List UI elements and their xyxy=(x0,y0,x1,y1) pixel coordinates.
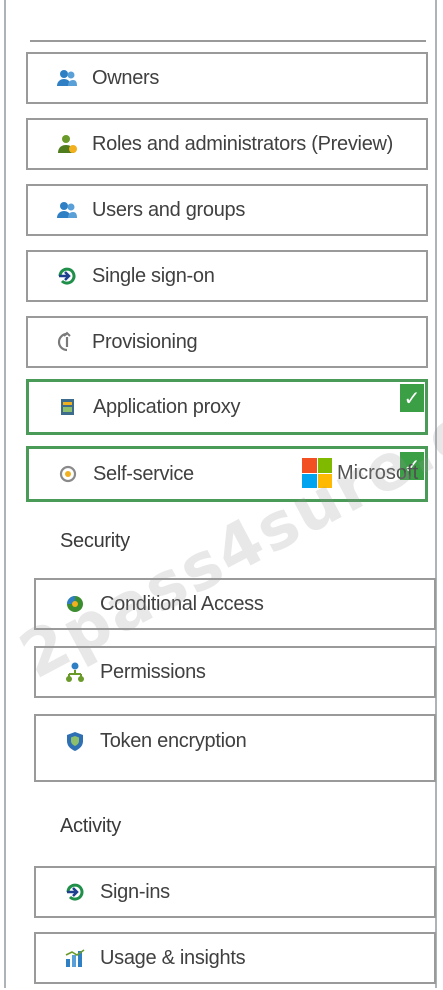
microsoft-text: Microsoft xyxy=(337,461,419,484)
nav-item-label: Sign-ins xyxy=(100,880,170,903)
microsoft-logo-icon xyxy=(302,458,332,488)
conditional-access-icon xyxy=(64,593,86,615)
checkmark-icon: ✓ xyxy=(400,384,424,412)
usage-insights-icon xyxy=(64,947,86,969)
nav-item-label: Provisioning xyxy=(92,330,198,353)
nav-item-label: Application proxy xyxy=(93,395,241,418)
nav-item-label: Users and groups xyxy=(92,198,246,221)
provisioning-icon xyxy=(56,331,78,353)
token-encryption-icon xyxy=(64,730,86,752)
single-sign-on-icon xyxy=(56,265,78,287)
nav-item-label: Conditional Access xyxy=(100,592,264,615)
nav-item-provisioning[interactable]: Provisioning xyxy=(26,316,428,368)
nav-item-label: Token encryption xyxy=(100,730,247,752)
section-heading-security: Security xyxy=(60,530,130,552)
nav-item-usage-insights[interactable]: Usage & insights xyxy=(34,932,436,984)
nav-item-label: Permissions xyxy=(100,660,206,683)
nav-item-owners[interactable]: Owners xyxy=(26,52,428,104)
nav-item-application-proxy[interactable]: Application proxy xyxy=(26,379,428,435)
nav-item-label: Owners xyxy=(92,66,160,89)
nav-item-sign-ins[interactable]: Sign-ins xyxy=(34,866,436,918)
nav-item-token-encryption[interactable]: Token encryption xyxy=(34,714,436,782)
roles-icon xyxy=(56,133,78,155)
sign-ins-icon xyxy=(64,881,86,903)
nav-item-label: Single sign-on xyxy=(92,264,215,287)
nav-item-label: Usage & insights xyxy=(100,946,246,969)
self-service-icon xyxy=(57,463,79,485)
nav-item-users-groups[interactable]: Users and groups xyxy=(26,184,428,236)
application-proxy-icon xyxy=(57,396,79,418)
nav-item-conditional-access[interactable]: Conditional Access xyxy=(34,578,436,630)
permissions-icon xyxy=(64,661,86,683)
nav-item-permissions[interactable]: Permissions xyxy=(34,646,436,698)
microsoft-logo-overlay: Microsoft xyxy=(302,458,418,488)
nav-item-single-sign-on[interactable]: Single sign-on xyxy=(26,250,428,302)
nav-item-label: Roles and administrators (Preview) xyxy=(92,132,394,155)
divider xyxy=(30,40,426,42)
owners-icon xyxy=(56,67,78,89)
nav-item-label: Self-service xyxy=(93,462,194,485)
nav-item-roles[interactable]: Roles and administrators (Preview) xyxy=(26,118,428,170)
users-groups-icon xyxy=(56,199,78,221)
section-heading-activity: Activity xyxy=(60,815,121,837)
